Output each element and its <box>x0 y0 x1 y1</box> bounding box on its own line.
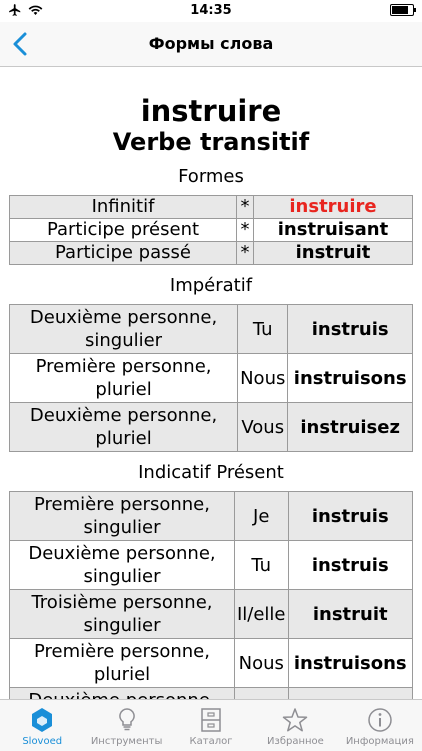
person-cell: Première personne, pluriel <box>9 638 235 688</box>
person-cell: Première personne, pluriel <box>8 353 239 403</box>
info-icon <box>368 708 392 732</box>
table-row: Participe passé * instruit <box>9 241 413 265</box>
tab-label: Slovoed <box>22 736 63 747</box>
section-title-indicatif-present: Indicatif Présent <box>138 462 284 483</box>
pronoun-cell: Tu <box>237 304 289 354</box>
pronoun-cell: Il/elle <box>233 589 289 639</box>
page-title: Формы слова <box>148 34 274 53</box>
headword: instruire <box>140 94 282 128</box>
battery-level <box>392 6 408 14</box>
pronoun-cell: Vous <box>237 402 289 452</box>
verb-form-cell: instruis <box>287 540 414 590</box>
tab-bar: Slovoed Инструменты Каталог Избранное Ин… <box>0 699 422 751</box>
table-row: Deuxième personne, pluriel <box>9 687 414 699</box>
imperatif-table: Deuxième personne, singulier Tu instruis… <box>8 304 413 452</box>
form-mark: * <box>236 241 254 265</box>
person-cell: Deuxième personne, singulier <box>8 304 239 354</box>
verb-form-cell <box>287 687 414 699</box>
status-time: 14:35 <box>190 3 232 18</box>
person-cell: Deuxième personne, pluriel <box>9 687 235 699</box>
tab-label: Избранное <box>267 736 324 747</box>
form-label: Participe passé <box>9 241 237 265</box>
pronoun-cell: Tu <box>233 540 289 590</box>
tab-label: Информация <box>345 736 414 747</box>
table-row: Troisième personne, singulier Il/elle in… <box>9 589 414 639</box>
lightbulb-icon <box>118 708 135 731</box>
pronoun-cell: Nous <box>237 353 289 403</box>
tab-tools[interactable]: Инструменты <box>84 700 168 751</box>
form-value: instruisant <box>253 218 413 242</box>
verb-form-cell: instruis <box>287 491 414 541</box>
tab-catalog[interactable]: Каталог <box>169 700 253 751</box>
battery-icon <box>390 4 416 16</box>
form-mark: * <box>236 195 254 219</box>
person-cell: Troisième personne, singulier <box>9 589 235 639</box>
person-cell: Deuxième personne, pluriel <box>8 402 239 452</box>
verb-form-cell: instruisez <box>287 402 413 452</box>
table-row: Deuxième personne, singulier Tu instruis <box>8 304 413 354</box>
pronoun-cell: Je <box>233 491 289 541</box>
verb-form-cell: instruit <box>287 589 414 639</box>
tab-slovoed[interactable]: Slovoed <box>0 700 84 751</box>
section-title-imperatif: Impératif <box>169 275 253 296</box>
section-title-formes: Formes <box>178 166 244 187</box>
catalog-drawer-icon <box>201 708 221 732</box>
pronoun-cell <box>233 687 289 699</box>
slovoed-logo-icon <box>32 708 53 732</box>
star-icon <box>283 708 308 732</box>
pronoun-cell: Nous <box>233 638 289 688</box>
table-row: Infinitif * instruire <box>9 195 413 219</box>
table-row: Première personne, singulier Je instruis <box>9 491 414 541</box>
tab-label: Каталог <box>189 736 233 747</box>
word-forms-content[interactable]: instruire Verbe transitif Formes Infinit… <box>0 67 422 699</box>
form-value: instruit <box>253 241 413 265</box>
form-label: Participe présent <box>9 218 237 242</box>
table-row: Participe présent * instruisant <box>9 218 413 242</box>
table-row: Deuxième personne, singulier Tu instruis <box>9 540 414 590</box>
table-row: Première personne, pluriel Nous instruis… <box>9 638 414 688</box>
verb-form-cell: instruisons <box>287 353 413 403</box>
formes-table: Infinitif * instruire Participe présent … <box>9 195 413 265</box>
tab-favorites[interactable]: Избранное <box>253 700 337 751</box>
part-of-speech: Verbe transitif <box>112 128 310 156</box>
status-bar: 14:35 <box>0 0 422 22</box>
person-cell: Deuxième personne, singulier <box>9 540 235 590</box>
tab-label: Инструменты <box>90 736 163 747</box>
form-value: instruire <box>253 195 413 219</box>
table-row: Première personne, pluriel Nous instruis… <box>8 353 413 403</box>
form-label: Infinitif <box>9 195 237 219</box>
tab-info[interactable]: Информация <box>338 700 422 751</box>
table-row: Deuxième personne, pluriel Vous instruis… <box>8 402 413 452</box>
status-right <box>390 4 416 16</box>
navigation-bar: Формы слова <box>0 22 422 67</box>
indicatif-present-table: Première personne, singulier Je instruis… <box>9 491 414 699</box>
person-cell: Première personne, singulier <box>9 491 235 541</box>
form-mark: * <box>236 218 254 242</box>
verb-form-cell: instruisons <box>287 638 414 688</box>
verb-form-cell: instruis <box>287 304 413 354</box>
